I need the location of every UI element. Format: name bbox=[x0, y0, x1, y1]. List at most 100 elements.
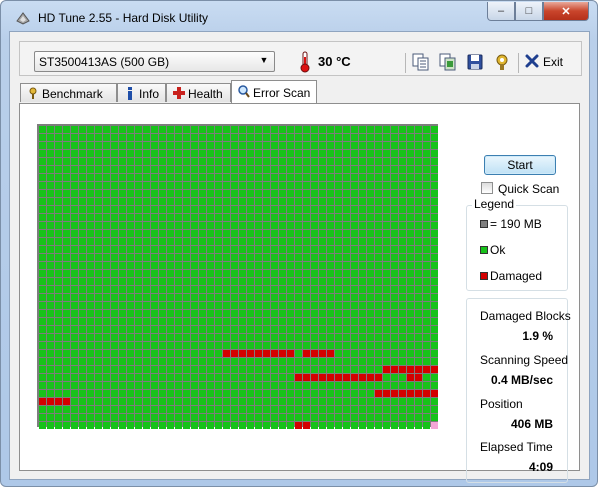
block-ok bbox=[303, 398, 310, 405]
block-ok bbox=[399, 406, 406, 413]
block-ok bbox=[95, 150, 102, 157]
block-ok bbox=[263, 294, 270, 301]
start-button[interactable]: Start bbox=[484, 155, 556, 175]
block-ok bbox=[263, 358, 270, 365]
block-ok bbox=[199, 302, 206, 309]
block-ok bbox=[431, 270, 438, 277]
tab-benchmark[interactable]: Benchmark bbox=[20, 83, 117, 102]
block-ok bbox=[71, 166, 78, 173]
block-ok bbox=[415, 246, 422, 253]
block-ok bbox=[135, 350, 142, 357]
block-ok bbox=[39, 262, 46, 269]
block-ok bbox=[383, 174, 390, 181]
drive-dropdown[interactable]: ST3500413AS (500 GB) ▼ bbox=[34, 51, 275, 72]
block-ok bbox=[319, 406, 326, 413]
block-ok bbox=[399, 174, 406, 181]
copy-screenshot-icon[interactable] bbox=[438, 52, 458, 72]
block-ok bbox=[367, 214, 374, 221]
block-ok bbox=[63, 262, 70, 269]
block-ok bbox=[327, 150, 334, 157]
tab-label: Health bbox=[188, 87, 223, 101]
block-ok bbox=[271, 166, 278, 173]
block-ok bbox=[143, 142, 150, 149]
block-ok bbox=[63, 246, 70, 253]
block-ok bbox=[367, 246, 374, 253]
block-ok bbox=[63, 158, 70, 165]
block-ok bbox=[255, 150, 262, 157]
block-ok bbox=[55, 142, 62, 149]
block-ok bbox=[239, 406, 246, 413]
title-bar[interactable]: HD Tune 2.55 - Hard Disk Utility – □ ✕ bbox=[1, 1, 597, 31]
block-ok bbox=[127, 310, 134, 317]
block-ok bbox=[287, 230, 294, 237]
block-ok bbox=[287, 358, 294, 365]
block-ok bbox=[279, 262, 286, 269]
block-damaged bbox=[391, 390, 398, 397]
block-ok bbox=[359, 206, 366, 213]
block-ok bbox=[343, 342, 350, 349]
block-ok bbox=[159, 406, 166, 413]
block-ok bbox=[423, 350, 430, 357]
block-ok bbox=[311, 126, 318, 133]
block-ok bbox=[143, 414, 150, 421]
block-ok bbox=[183, 262, 190, 269]
block-ok bbox=[199, 214, 206, 221]
block-ok bbox=[311, 134, 318, 141]
drive-dropdown-value: ST3500413AS (500 GB) bbox=[39, 55, 170, 69]
block-ok bbox=[247, 270, 254, 277]
tab-info[interactable]: Info bbox=[117, 83, 166, 102]
block-ok bbox=[295, 222, 302, 229]
block-ok bbox=[367, 382, 374, 389]
tab-error-scan[interactable]: Error Scan bbox=[231, 80, 317, 103]
minimize-button[interactable]: – bbox=[487, 2, 515, 21]
quick-scan-checkbox[interactable] bbox=[481, 182, 493, 194]
block-ok bbox=[47, 142, 54, 149]
exit-button[interactable]: Exit bbox=[525, 54, 573, 72]
block-ok bbox=[135, 374, 142, 381]
block-ok bbox=[103, 398, 110, 405]
block-ok bbox=[183, 342, 190, 349]
block-ok bbox=[383, 326, 390, 333]
block-ok bbox=[215, 182, 222, 189]
tab-health[interactable]: Health bbox=[166, 83, 231, 102]
block-ok bbox=[383, 294, 390, 301]
block-ok bbox=[239, 182, 246, 189]
block-ok bbox=[79, 222, 86, 229]
save-icon[interactable] bbox=[465, 52, 485, 72]
block-ok bbox=[367, 174, 374, 181]
block-ok bbox=[359, 174, 366, 181]
block-ok bbox=[39, 294, 46, 301]
block-ok bbox=[279, 238, 286, 245]
close-button[interactable]: ✕ bbox=[543, 2, 589, 21]
block-ok bbox=[351, 406, 358, 413]
block-ok bbox=[215, 214, 222, 221]
block-damaged bbox=[311, 350, 318, 357]
block-ok bbox=[375, 294, 382, 301]
block-ok bbox=[319, 342, 326, 349]
block-ok bbox=[295, 406, 302, 413]
block-ok bbox=[103, 414, 110, 421]
block-ok bbox=[383, 150, 390, 157]
block-ok bbox=[375, 334, 382, 341]
block-ok bbox=[143, 422, 150, 429]
copy-text-icon[interactable] bbox=[411, 52, 431, 72]
block-ok bbox=[343, 238, 350, 245]
block-ok bbox=[95, 238, 102, 245]
block-ok bbox=[375, 134, 382, 141]
block-ok bbox=[79, 190, 86, 197]
options-icon[interactable] bbox=[492, 52, 512, 72]
block-ok bbox=[199, 278, 206, 285]
block-ok bbox=[71, 190, 78, 197]
block-ok bbox=[167, 238, 174, 245]
maximize-button[interactable]: □ bbox=[515, 2, 543, 21]
block-ok bbox=[319, 366, 326, 373]
block-ok bbox=[71, 310, 78, 317]
block-ok bbox=[175, 398, 182, 405]
block-ok bbox=[351, 158, 358, 165]
block-ok bbox=[63, 198, 70, 205]
block-ok bbox=[95, 302, 102, 309]
block-ok bbox=[95, 262, 102, 269]
block-ok bbox=[79, 182, 86, 189]
block-ok bbox=[167, 198, 174, 205]
block-ok bbox=[407, 254, 414, 261]
